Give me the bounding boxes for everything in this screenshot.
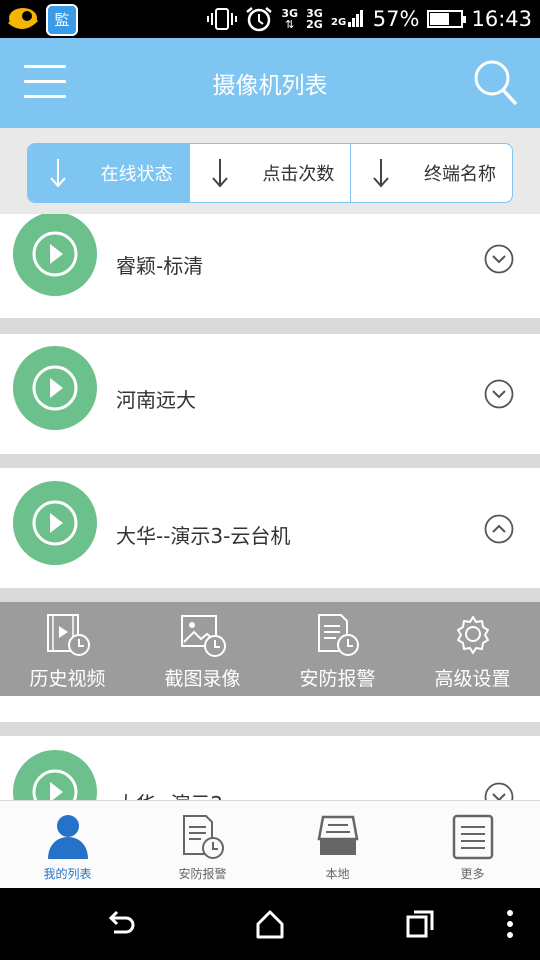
play-icon[interactable] xyxy=(13,346,97,430)
chevron-up-icon[interactable] xyxy=(484,514,514,544)
camera-list: 睿颖-标清 河南远大 大华--演示3-云台机 历史视频 截图录像 安防报警 高级… xyxy=(0,214,540,800)
tab-more[interactable]: 更多 xyxy=(405,801,540,888)
security-alarm-icon xyxy=(317,614,359,656)
search-icon[interactable] xyxy=(472,58,518,106)
camera-list-item[interactable]: 大华--演示2 xyxy=(0,736,540,800)
camera-list-item[interactable]: 河南远大 xyxy=(0,334,540,454)
qq-bird-icon xyxy=(8,8,39,29)
tab-label: 更多 xyxy=(460,867,485,881)
screenshot-record-button[interactable]: 截图录像 xyxy=(135,602,270,696)
system-nav-bar xyxy=(0,888,540,960)
arrow-down-icon xyxy=(50,159,66,188)
camera-app-icon: 監 xyxy=(46,4,78,36)
arrow-down-icon xyxy=(373,159,390,188)
camera-list-item[interactable]: 大华--演示3-云台机 xyxy=(0,468,540,588)
sort-tab-online-status[interactable]: 在线状态 xyxy=(28,144,189,202)
sim2-network-label: 2G xyxy=(306,18,323,31)
sort-tab-label: 点击次数 xyxy=(262,164,335,185)
list-divider xyxy=(0,722,540,736)
user-icon xyxy=(47,815,88,859)
list-spacer xyxy=(0,696,540,722)
security-alarm-icon xyxy=(182,815,224,859)
chevron-down-icon[interactable] xyxy=(484,244,514,274)
action-label: 历史视频 xyxy=(29,668,106,690)
system-indicators: 3G ⇅ 3G 2G 2G 57% 16:43 xyxy=(207,0,532,38)
recent-apps-icon[interactable] xyxy=(404,908,436,940)
page-title: 摄像机列表 xyxy=(212,73,328,99)
home-icon[interactable] xyxy=(254,908,286,940)
action-label: 高级设置 xyxy=(434,668,511,690)
arrow-down-icon xyxy=(211,159,228,188)
list-divider xyxy=(0,454,540,468)
signal-strength-icon: 2G xyxy=(331,10,363,28)
notification-icons: 監 xyxy=(6,4,78,36)
battery-percent: 57% xyxy=(372,7,420,31)
play-icon[interactable] xyxy=(13,481,97,565)
camera-name: 大华--演示3-云台机 xyxy=(116,524,291,548)
action-label: 安防报警 xyxy=(299,668,376,690)
status-bar: 監 3G ⇅ 3G 2G 2G 57% 16:43 xyxy=(0,0,540,38)
settings-gear-icon xyxy=(456,616,489,654)
screenshot-record-icon xyxy=(180,615,226,657)
chevron-down-icon[interactable] xyxy=(484,782,514,800)
network-3g-label: 3G xyxy=(281,6,299,20)
play-icon[interactable] xyxy=(13,750,97,800)
tab-label: 安防报警 xyxy=(178,867,227,881)
tab-my-list[interactable]: 我的列表 xyxy=(0,801,135,888)
list-divider xyxy=(0,318,540,334)
vibrate-icon xyxy=(207,8,238,30)
bottom-tab-bar: 我的列表 安防报警 本地 更多 xyxy=(0,800,540,888)
screen: 監 3G ⇅ 3G 2G 2G 57% 16:43 摄像机列表 在线状态 点击次… xyxy=(0,0,540,960)
alarm-clock-icon xyxy=(246,7,273,32)
sort-tab-label: 终端名称 xyxy=(424,164,497,185)
sort-tab-label: 在线状态 xyxy=(100,164,173,185)
tab-label: 本地 xyxy=(325,867,350,881)
overflow-menu-icon[interactable] xyxy=(494,908,526,940)
battery-icon xyxy=(427,10,467,28)
sort-tab-terminal-name[interactable]: 终端名称 xyxy=(350,144,512,202)
history-video-button[interactable]: 历史视频 xyxy=(0,602,135,696)
data-arrows-icon: ⇅ xyxy=(285,17,295,31)
camera-name: 河南远大 xyxy=(116,388,196,412)
camera-name: 睿颖-标清 xyxy=(116,254,204,278)
list-divider xyxy=(0,588,540,602)
history-video-icon xyxy=(46,614,90,656)
tab-label: 我的列表 xyxy=(43,867,92,881)
local-storage-icon xyxy=(317,815,358,855)
chevron-down-icon[interactable] xyxy=(484,379,514,409)
camera-list-item[interactable]: 睿颖-标清 xyxy=(0,214,540,318)
back-icon[interactable] xyxy=(104,908,136,940)
tab-local[interactable]: 本地 xyxy=(270,801,405,888)
tab-security-alarm[interactable]: 安防报警 xyxy=(135,801,270,888)
sim-signal-indicator: 3G 2G xyxy=(306,8,323,30)
app-header: 摄像机列表 xyxy=(0,38,540,128)
more-list-icon xyxy=(452,814,493,860)
sort-area: 在线状态 点击次数 终端名称 xyxy=(0,128,540,214)
camera-name: 大华--演示2 xyxy=(116,788,223,800)
advanced-settings-button[interactable]: 高级设置 xyxy=(405,602,540,696)
sort-tab-click-count[interactable]: 点击次数 xyxy=(188,144,351,202)
sort-segmented-control: 在线状态 点击次数 终端名称 xyxy=(27,143,513,203)
action-label: 截图录像 xyxy=(164,668,241,690)
camera-action-bar: 历史视频 截图录像 安防报警 高级设置 xyxy=(0,602,540,696)
clock: 16:43 xyxy=(471,7,532,31)
play-icon[interactable] xyxy=(13,214,97,296)
network-3g-indicator: 3G ⇅ xyxy=(281,8,298,31)
security-alarm-button[interactable]: 安防报警 xyxy=(270,602,405,696)
svg-text:2G: 2G xyxy=(331,17,346,28)
